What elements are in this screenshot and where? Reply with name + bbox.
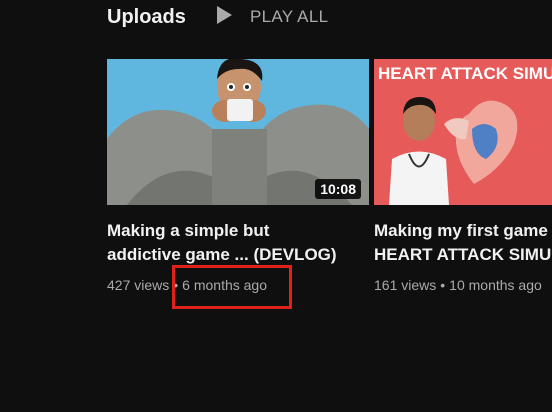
video-duration: 10:08 xyxy=(315,179,361,199)
video-thumbnail[interactable]: 10:08 xyxy=(107,59,369,205)
video-thumbnail[interactable]: HEART ATTACK SIMU xyxy=(374,59,552,205)
video-card[interactable]: 10:08 Making a simple but addictive game… xyxy=(107,59,369,293)
play-all-button[interactable]: PLAY ALL xyxy=(214,4,328,30)
video-title[interactable]: Making my first game : HEART ATTACK SIMU… xyxy=(374,219,552,267)
thumbnail-image: HEART ATTACK SIMU xyxy=(374,59,552,205)
play-all-label: PLAY ALL xyxy=(250,7,329,26)
view-count: 427 views xyxy=(107,277,170,293)
thumbnail-text: HEART ATTACK SIMU xyxy=(378,64,552,83)
highlight-box xyxy=(172,265,292,309)
video-metadata: 161 views • 10 months ago xyxy=(374,277,552,293)
upload-age: 10 months ago xyxy=(449,277,542,293)
video-title-line: Making my first game : xyxy=(374,221,552,240)
video-title-line: Making a simple but xyxy=(107,221,270,240)
play-icon xyxy=(214,5,234,30)
meta-separator: • xyxy=(440,277,446,293)
shelf-header: Uploads xyxy=(107,4,186,30)
video-card[interactable]: HEART ATTACK SIMU Making my first game :… xyxy=(374,59,552,293)
video-title[interactable]: Making a simple but addictive game ... (… xyxy=(107,219,369,267)
video-title-line: addictive game ... (DEVLOG) xyxy=(107,245,337,264)
shelf-title[interactable]: Uploads xyxy=(107,6,186,29)
video-title-line: HEART ATTACK SIMUL xyxy=(374,245,552,264)
view-count: 161 views xyxy=(374,277,437,293)
